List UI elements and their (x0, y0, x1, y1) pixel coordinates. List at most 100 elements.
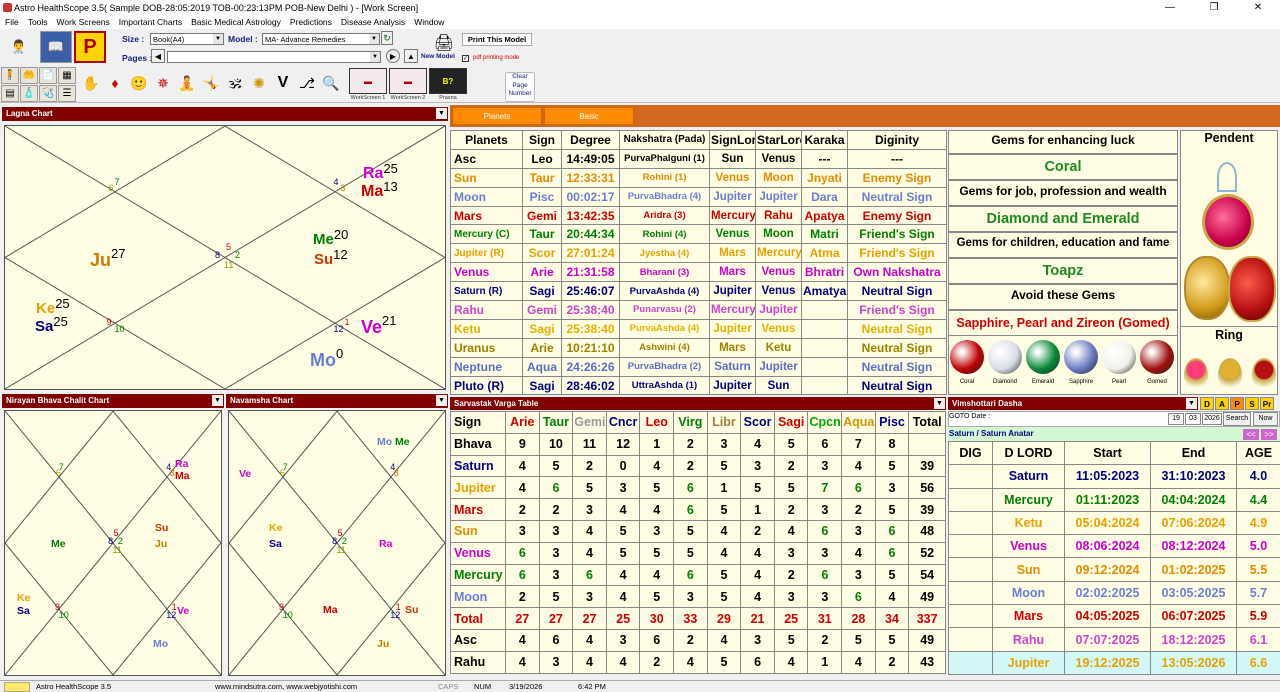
face-icon[interactable]: 🙂 (128, 70, 150, 96)
table-cell: 3 (538, 519, 574, 543)
printer-icon[interactable]: 🖨 (430, 32, 458, 54)
pages-select[interactable]: ▼ (167, 51, 381, 63)
table-cell: Jupiter (709, 281, 756, 302)
varga-table-header: Sarvastak Varga Table ▼ (450, 397, 946, 410)
p-icon[interactable]: P (74, 31, 106, 63)
bottle-icon[interactable]: 🧴 (20, 85, 38, 102)
table-row[interactable]: Sun 09:12:2024 01:02:2025 5.5 (948, 557, 1280, 582)
model-select[interactable]: MA- Advance Remedies ▼ (262, 33, 380, 45)
table-row[interactable]: Mercury 01:11:2023 04:04:2024 4.4 (948, 487, 1280, 512)
menu-work-screens[interactable]: Work Screens (52, 15, 114, 29)
menu-file[interactable]: File (0, 15, 23, 29)
tab-planets[interactable]: Planets (452, 107, 542, 125)
column-header: StarLord (755, 130, 802, 150)
table-row[interactable]: Asc Leo 14:49:05 PurvaPhalguni (1) Sun Venus -… (450, 148, 947, 169)
dasha-level-s-button[interactable]: S (1245, 397, 1259, 410)
table-cell: 3 (538, 650, 574, 674)
prasna-button[interactable]: B? (429, 68, 467, 94)
palm-icon[interactable]: ✋ (80, 70, 102, 96)
chevron-down-icon[interactable]: ▼ (436, 108, 447, 119)
table-row[interactable]: Uranus Arie 10:21:10 Ashwini (4) Mars Ketu Neu… (450, 337, 947, 358)
table-row[interactable]: Mercury (C) Taur 20:44:34 Rohini (4) Venus Mo… (450, 224, 947, 245)
menu-disease-analysis[interactable]: Disease Analysis (336, 15, 409, 29)
dasha-level-a-button[interactable]: A (1215, 397, 1229, 410)
meditation-icon[interactable]: 🧘 (176, 70, 198, 96)
table-cell: 5 (874, 628, 910, 652)
doctor-small-icon[interactable]: 🩺 (39, 85, 57, 102)
goto-year[interactable]: 2026 (1202, 413, 1222, 425)
list-icon[interactable]: ☰ (58, 85, 76, 102)
size-select[interactable]: Book(A4) ▼ (150, 33, 224, 45)
new-model-link[interactable]: New Model (421, 53, 455, 60)
close-button[interactable]: ✕ (1236, 0, 1280, 15)
search-icon[interactable]: 🔍 (320, 70, 342, 96)
gems-children-value: Toapz (948, 258, 1178, 284)
workscreen-2-button[interactable]: ▬ (389, 68, 427, 94)
table-row[interactable]: Jupiter 19:12:2025 13:05:2026 6.6 (948, 650, 1280, 675)
yoga-icon[interactable]: 🤸 (200, 70, 222, 96)
table-row[interactable]: Jupiter (R) Scor 27:01:24 Jyestha (4) Mars Me… (450, 243, 947, 264)
dasha-level-pr-button[interactable]: Pr (1260, 397, 1274, 410)
print-model-button[interactable]: Print This Model (462, 33, 532, 46)
chevron-down-icon[interactable]: ▼ (1186, 398, 1197, 409)
house-number: 1 (395, 602, 401, 613)
table-row[interactable]: Venus Arie 21:31:58 Bharani (3) Mars Venus Bhr… (450, 262, 947, 283)
prev-page-icon[interactable]: ◀ (151, 49, 165, 63)
grid-icon[interactable]: ▦ (58, 67, 76, 84)
next-dasha-button[interactable]: >> (1261, 429, 1277, 440)
gem-icon[interactable]: ♦ (104, 70, 126, 96)
menu-tools[interactable]: Tools (23, 15, 52, 29)
goto-day[interactable]: 19 (1168, 413, 1184, 425)
tree-icon[interactable]: ⎇ (296, 70, 318, 96)
table-cell: Jyestha (4) (619, 243, 710, 264)
deity-icon[interactable]: 🕉 (224, 70, 246, 96)
search-button[interactable]: Search (1223, 412, 1251, 426)
tab-basic[interactable]: Basic (544, 107, 634, 125)
table-icon[interactable]: ▤ (1, 85, 19, 102)
table-row[interactable]: Neptune Aqua 24:26:26 PurvaBhadra (2) Saturn… (450, 356, 947, 377)
reader-icon[interactable]: 📖 (40, 31, 72, 63)
table-row[interactable]: Saturn (R) Sagi 25:46:07 PurvaAshda (4) Jupi… (450, 281, 947, 302)
now-button[interactable]: Now (1253, 412, 1278, 426)
pdf-mode-checkbox[interactable]: ✓ (462, 55, 469, 62)
menu-predictions[interactable]: Predictions (285, 15, 336, 29)
maximize-button[interactable]: ❐ (1192, 0, 1236, 15)
table-row[interactable]: Saturn 11:05:2023 31:10:2023 4.0 (948, 464, 1280, 489)
minimize-button[interactable]: — (1148, 0, 1192, 15)
yantra-icon[interactable]: ✵ (152, 70, 174, 96)
mandala-icon[interactable]: ✺ (248, 70, 270, 96)
doctor-icon[interactable]: 👨‍⚕️ (2, 31, 36, 63)
table-row[interactable]: Ketu Sagi 25:38:40 PurvaAshda (4) Jupiter Ven… (450, 318, 947, 339)
table-row[interactable]: Mars 04:05:2025 06:07:2025 5.9 (948, 604, 1280, 629)
menu-basic-medical-astrology[interactable]: Basic Medical Astrology (186, 15, 285, 29)
table-row[interactable]: Ketu 05:04:2024 07:06:2024 4.9 (948, 510, 1280, 536)
chevron-down-icon[interactable]: ▼ (934, 398, 945, 409)
table-row[interactable]: Moon 02:02:2025 03:05:2025 5.7 (948, 580, 1280, 606)
up-arrow-icon[interactable]: ▲ (404, 49, 418, 63)
dasha-level-d-button[interactable]: D (1200, 397, 1214, 410)
table-row[interactable]: Moon Pisc 00:02:17 PurvaBhadra (4) Jupiter Ju… (450, 186, 947, 207)
hands-icon[interactable]: 🤲 (20, 67, 38, 84)
table-cell: Arie (522, 337, 562, 358)
chevron-down-icon[interactable]: ▼ (212, 395, 223, 406)
goto-month[interactable]: 03 (1185, 413, 1201, 425)
table-row[interactable]: Pluto (R) Sagi 28:46:02 UttraAshda (1) Jupit… (450, 375, 947, 396)
menu-window[interactable]: Window (409, 15, 448, 29)
v-icon[interactable]: V (272, 70, 294, 96)
table-row[interactable]: Rahu Gemi 25:38:40 Punarvasu (2) Mercury Jupi… (450, 300, 947, 320)
document-icon[interactable]: 📄 (39, 67, 57, 84)
table-row[interactable]: Sun Taur 12:33:31 Rohini (1) Venus Moon Jnyati… (450, 167, 947, 188)
table-row[interactable]: Mars Gemi 13:42:35 Aridra (3) Mercury Rahu Apa… (450, 205, 947, 226)
refresh-icon[interactable]: ↻ (381, 31, 393, 45)
dasha-level-p-button[interactable]: P (1230, 397, 1244, 410)
prev-dasha-button[interactable]: << (1243, 429, 1259, 440)
chevron-down-icon[interactable]: ▼ (436, 395, 447, 406)
table-row[interactable]: Rahu 07:07:2025 18:12:2025 6.1 (948, 627, 1280, 652)
menu-important-charts[interactable]: Important Charts (114, 15, 186, 29)
clear-page-number-button[interactable]: Clear Page Number (505, 72, 535, 102)
person-icon[interactable]: 🧍 (1, 67, 19, 84)
workscreen-1-button[interactable]: ▬ (349, 68, 387, 94)
next-page-icon[interactable]: ▶ (386, 49, 400, 63)
table-row[interactable]: Venus 08:06:2024 08:12:2024 5.0 (948, 534, 1280, 559)
table-cell: 07:06:2024 (1150, 510, 1237, 536)
